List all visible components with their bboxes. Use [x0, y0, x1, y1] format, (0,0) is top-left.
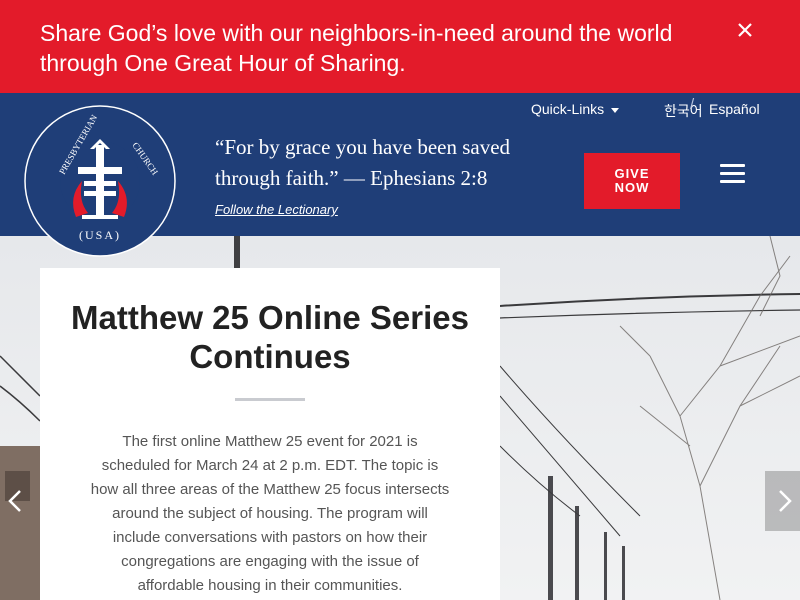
quick-links-dropdown[interactable]: Quick-Links	[531, 101, 620, 117]
hero-title[interactable]: Matthew 25 Online Series Continues	[40, 298, 500, 376]
give-now-button[interactable]: GIVE NOW	[584, 153, 680, 209]
chevron-down-icon	[611, 107, 620, 113]
chevron-right-icon	[779, 490, 792, 512]
carousel-next-button[interactable]	[765, 471, 800, 531]
give-now-label: GIVE NOW	[614, 166, 650, 195]
hamburger-menu-icon[interactable]	[720, 164, 745, 184]
pcusa-logo[interactable]: (USA) PRESBYTERIAN CHURCH	[24, 105, 176, 257]
scripture-quote: “For by grace you have been saved throug…	[215, 135, 511, 190]
lectionary-link[interactable]: Follow the Lectionary	[215, 202, 338, 217]
chevron-left-icon	[8, 490, 21, 512]
language-korean-link[interactable]: 한국어	[664, 101, 703, 121]
title-divider	[235, 398, 305, 401]
svg-text:(USA): (USA)	[79, 228, 121, 242]
language-spanish-link[interactable]: Español	[709, 101, 760, 117]
close-icon[interactable]	[733, 18, 757, 42]
alert-text[interactable]: Share God’s love with our neighbors-in-n…	[40, 18, 720, 78]
quick-links-label: Quick-Links	[531, 101, 605, 117]
language-separator: /	[690, 96, 695, 113]
hero-card: Matthew 25 Online Series Continues The f…	[40, 268, 500, 600]
hero-description: The first online Matthew 25 event for 20…	[90, 433, 450, 594]
carousel-prev-button[interactable]	[0, 471, 35, 531]
alert-banner: Share God’s love with our neighbors-in-n…	[0, 0, 800, 93]
